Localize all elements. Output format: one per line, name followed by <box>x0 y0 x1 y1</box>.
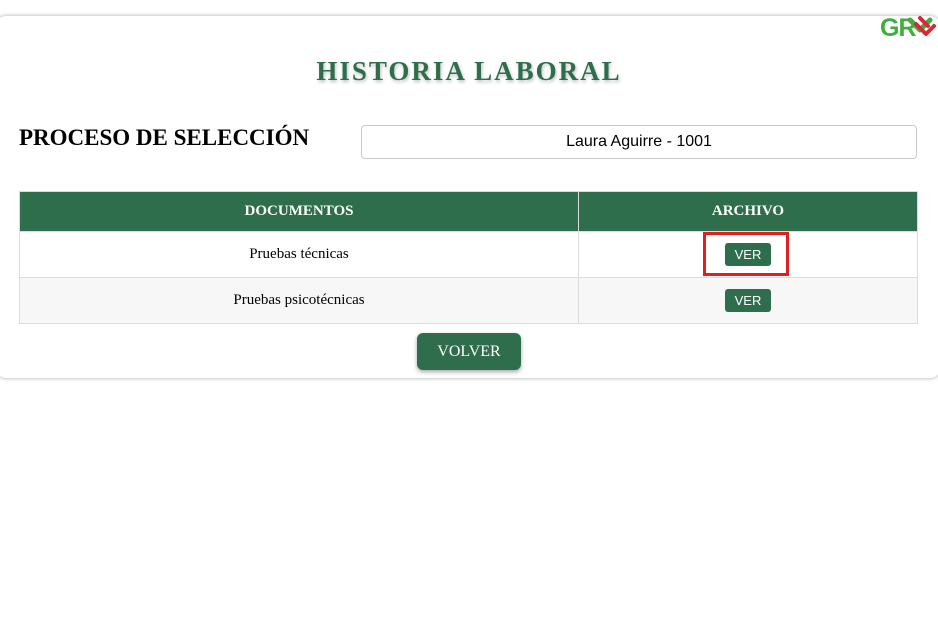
file-cell: VER <box>578 277 918 324</box>
document-name: Pruebas técnicas <box>19 231 579 278</box>
logo-icon <box>907 16 936 36</box>
logo: GR <box>880 14 936 46</box>
view-technical-tests-button[interactable]: VER <box>724 243 772 266</box>
page-title: HISTORIA LABORAL <box>316 56 622 86</box>
documents-table: DOCUMENTOS ARCHIVO Pruebas técnicas VER … <box>19 191 918 324</box>
file-cell: VER <box>578 231 918 278</box>
candidate-field[interactable]: Laura Aguirre - 1001 <box>361 125 917 159</box>
header-documents: DOCUMENTOS <box>19 191 579 232</box>
back-button[interactable]: VOLVER <box>417 333 521 370</box>
table-row: Pruebas técnicas VER <box>19 231 918 278</box>
table-header-row: DOCUMENTOS ARCHIVO <box>19 191 918 232</box>
document-name: Pruebas psicotécnicas <box>19 277 579 324</box>
table-row: Pruebas psicotécnicas VER <box>19 277 918 324</box>
header-file: ARCHIVO <box>578 191 918 232</box>
view-psychotechnical-tests-button[interactable]: VER <box>724 289 772 312</box>
selection-process-label: PROCESO DE SELECCIÓN <box>19 125 310 150</box>
